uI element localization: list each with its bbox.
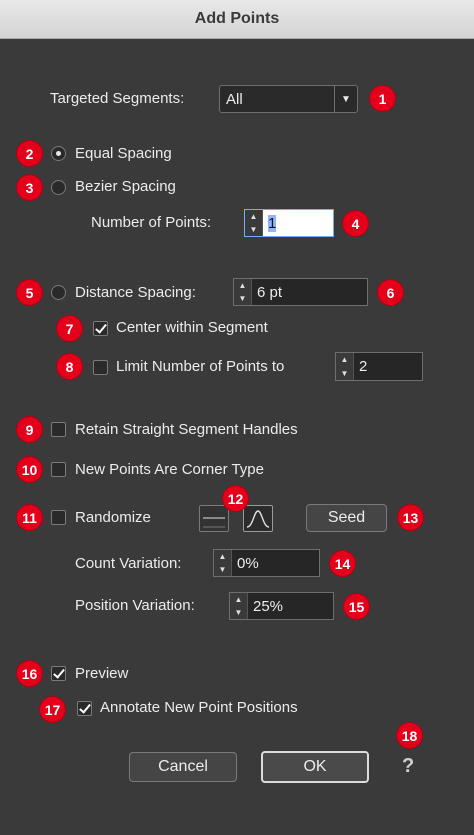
badge-13: 13 [398, 505, 423, 530]
badge-9: 9 [17, 417, 42, 442]
distance-spacing-value: 6 pt [257, 283, 283, 301]
number-of-points-label: Number of Points: [91, 214, 212, 231]
flat-curve-icon [203, 517, 225, 528]
count-variation-field[interactable]: ▲ ▼ 0% [213, 549, 320, 577]
distance-spacing-stepper[interactable]: ▲ ▼ [234, 279, 252, 305]
distance-spacing-radio[interactable] [51, 285, 66, 300]
count-variation-value: 0% [237, 554, 259, 572]
position-variation-field[interactable]: ▲ ▼ 25% [229, 592, 334, 620]
up-arrow-icon[interactable]: ▲ [230, 593, 247, 606]
up-arrow-icon[interactable]: ▲ [214, 550, 231, 563]
limit-points-field[interactable]: ▲ ▼ 2 [335, 352, 423, 381]
limit-points-value: 2 [359, 358, 368, 375]
help-icon[interactable]: ? [402, 755, 414, 778]
number-of-points-stepper[interactable]: ▲ ▼ [245, 210, 263, 236]
badge-14: 14 [330, 551, 355, 576]
position-variation-value: 25% [253, 597, 284, 615]
preview-checkbox[interactable] [51, 666, 66, 681]
corner-type-checkbox[interactable] [51, 462, 66, 477]
number-of-points-value: 1 [268, 214, 277, 232]
corner-type-label: New Points Are Corner Type [75, 461, 264, 478]
seed-button[interactable]: Seed [306, 504, 387, 532]
title-bar: Add Points [0, 0, 474, 39]
badge-18: 18 [397, 723, 422, 748]
uniform-distribution-button[interactable] [199, 505, 229, 532]
equal-spacing-radio[interactable] [51, 146, 66, 161]
preview-label: Preview [75, 665, 129, 682]
randomize-checkbox[interactable] [51, 510, 66, 525]
badge-3: 3 [17, 175, 42, 200]
down-arrow-icon[interactable]: ▼ [336, 367, 353, 381]
center-within-segment-checkbox[interactable] [93, 321, 108, 336]
retain-handles-label: Retain Straight Segment Handles [75, 421, 298, 438]
up-arrow-icon[interactable]: ▲ [234, 279, 251, 292]
ok-button[interactable]: OK [261, 751, 369, 783]
badge-7: 7 [57, 316, 82, 341]
position-variation-label: Position Variation: [75, 597, 195, 614]
badge-17: 17 [40, 697, 65, 722]
badge-1: 1 [370, 86, 395, 111]
count-variation-stepper[interactable]: ▲ ▼ [214, 550, 232, 576]
badge-16: 16 [17, 661, 42, 686]
limit-points-label: Limit Number of Points to [116, 358, 285, 375]
count-variation-label: Count Variation: [75, 555, 182, 572]
annotate-label: Annotate New Point Positions [100, 699, 298, 716]
badge-6: 6 [378, 280, 403, 305]
targeted-segments-value: All [226, 90, 243, 108]
targeted-segments-select[interactable]: All ▼ [219, 85, 358, 113]
bell-distribution-button[interactable] [243, 505, 273, 532]
bezier-spacing-radio[interactable] [51, 180, 66, 195]
number-of-points-field[interactable]: ▲ ▼ 1 [244, 209, 334, 237]
up-arrow-icon[interactable]: ▲ [245, 210, 262, 223]
down-arrow-icon[interactable]: ▼ [245, 223, 262, 236]
window-title: Add Points [194, 10, 280, 27]
bell-curve-icon [246, 510, 270, 528]
down-arrow-icon[interactable]: ▼ [230, 606, 247, 619]
badge-15: 15 [344, 594, 369, 619]
badge-11: 11 [17, 505, 42, 530]
badge-12: 12 [223, 486, 248, 511]
center-within-segment-label: Center within Segment [116, 319, 268, 336]
cancel-button[interactable]: Cancel [129, 752, 237, 782]
badge-5: 5 [17, 280, 42, 305]
position-variation-stepper[interactable]: ▲ ▼ [230, 593, 248, 619]
equal-spacing-label: Equal Spacing [75, 145, 172, 162]
badge-4: 4 [343, 211, 368, 236]
distance-spacing-label: Distance Spacing: [75, 284, 196, 301]
randomize-label: Randomize [75, 509, 151, 526]
down-arrow-icon[interactable]: ▼ [214, 563, 231, 576]
chevron-down-icon: ▼ [334, 86, 357, 112]
badge-10: 10 [17, 457, 42, 482]
badge-8: 8 [57, 354, 82, 379]
limit-points-checkbox[interactable] [93, 360, 108, 375]
bezier-spacing-label: Bezier Spacing [75, 178, 176, 195]
retain-handles-checkbox[interactable] [51, 422, 66, 437]
targeted-segments-label: Targeted Segments: [50, 90, 185, 107]
limit-points-stepper[interactable]: ▲ ▼ [336, 353, 354, 380]
badge-2: 2 [17, 141, 42, 166]
distance-spacing-field[interactable]: ▲ ▼ 6 pt [233, 278, 368, 306]
down-arrow-icon[interactable]: ▼ [234, 292, 251, 305]
annotate-checkbox[interactable] [77, 701, 92, 716]
up-arrow-icon[interactable]: ▲ [336, 353, 353, 367]
